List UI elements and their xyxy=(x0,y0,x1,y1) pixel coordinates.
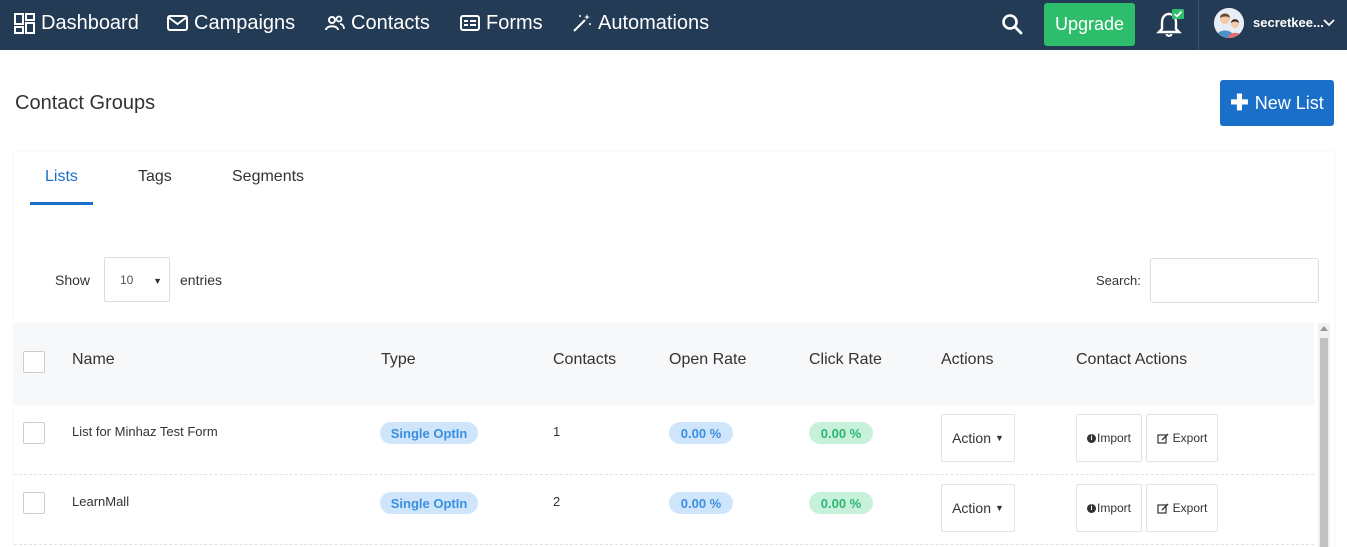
notification-bell-icon[interactable] xyxy=(1154,8,1186,40)
search-icon[interactable] xyxy=(1000,12,1024,36)
info-icon: i xyxy=(1086,503,1096,513)
type-badge: Single OptIn xyxy=(380,422,478,444)
chevron-down-icon[interactable] xyxy=(1322,17,1336,29)
caret-down-icon: ▼ xyxy=(153,276,162,286)
export-button[interactable]: Export xyxy=(1146,414,1218,462)
top-navbar: Dashboard Campaigns Contacts Forms Autom… xyxy=(0,0,1347,50)
edit-icon xyxy=(1157,433,1169,444)
export-label: Export xyxy=(1172,501,1208,515)
nav-contacts[interactable]: Contacts xyxy=(325,0,430,46)
action-dropdown-button[interactable]: Action ▼ xyxy=(941,414,1015,462)
entries-label: entries xyxy=(180,272,223,288)
table-header: Name Type Contacts Open Rate Click Rate … xyxy=(14,323,1314,405)
nav-contacts-label: Contacts xyxy=(351,11,430,34)
row-name[interactable]: List for Minhaz Test Form xyxy=(72,424,218,439)
new-list-label: New List xyxy=(1254,92,1324,113)
users-icon xyxy=(325,15,345,31)
open-rate-badge: 0.00 % xyxy=(669,422,733,444)
import-label: Import xyxy=(1096,501,1131,515)
caret-down-icon: ▼ xyxy=(995,503,1004,513)
action-label: Action xyxy=(952,500,991,516)
click-rate-badge: 0.00 % xyxy=(809,422,873,444)
new-list-button[interactable]: ✚ New List xyxy=(1220,80,1334,126)
plus-icon: ✚ xyxy=(1230,90,1249,115)
import-label: Import xyxy=(1096,431,1131,445)
import-button[interactable]: i Import xyxy=(1076,484,1142,532)
action-dropdown-button[interactable]: Action ▼ xyxy=(941,484,1015,532)
row-contacts: 1 xyxy=(553,424,561,439)
nav-dashboard-label: Dashboard xyxy=(41,11,139,34)
row-checkbox[interactable] xyxy=(23,492,45,514)
form-icon xyxy=(460,15,480,31)
contact-groups-card: Lists Tags Segments Show 10 ▼ entries Se… xyxy=(14,152,1334,547)
nav-divider xyxy=(1198,0,1199,50)
info-icon: i xyxy=(1086,433,1096,443)
mail-icon xyxy=(167,15,188,31)
scrollbar-thumb[interactable] xyxy=(1320,338,1328,547)
column-header-contacts[interactable]: Contacts xyxy=(553,351,616,369)
avatar[interactable] xyxy=(1214,8,1244,38)
export-button[interactable]: Export xyxy=(1146,484,1218,532)
entries-select[interactable]: 10 ▼ xyxy=(104,257,170,302)
edit-icon xyxy=(1157,503,1169,514)
type-badge: Single OptIn xyxy=(380,492,478,514)
import-button[interactable]: i Import xyxy=(1076,414,1142,462)
upgrade-button[interactable]: Upgrade xyxy=(1044,3,1135,46)
entries-value: 10 xyxy=(120,272,134,287)
nav-forms[interactable]: Forms xyxy=(460,0,543,46)
nav-automations-label: Automations xyxy=(598,11,710,34)
tab-tags[interactable]: Tags xyxy=(138,168,172,186)
username-label[interactable]: secretkee... xyxy=(1253,15,1324,30)
column-header-actions: Actions xyxy=(941,351,994,368)
column-header-type[interactable]: Type xyxy=(381,351,416,369)
row-contacts: 2 xyxy=(553,494,561,509)
magic-wand-icon xyxy=(573,14,591,32)
user-avatar-icon xyxy=(1214,8,1244,38)
nav-automations[interactable]: Automations xyxy=(572,0,709,46)
search-label: Search: xyxy=(1096,273,1141,288)
column-header-open-rate[interactable]: Open Rate xyxy=(669,351,746,369)
search-input[interactable] xyxy=(1150,258,1319,303)
scroll-up-arrow-icon[interactable] xyxy=(1320,326,1328,331)
tab-segments[interactable]: Segments xyxy=(232,168,304,186)
column-header-click-rate[interactable]: Click Rate xyxy=(809,351,882,369)
column-header-name[interactable]: Name xyxy=(72,351,115,369)
table-row: List for Minhaz Test Form Single OptIn 1… xyxy=(14,405,1314,475)
nav-forms-label: Forms xyxy=(486,11,543,34)
click-rate-badge: 0.00 % xyxy=(809,492,873,514)
nav-campaigns-label: Campaigns xyxy=(194,11,296,34)
page-title: Contact Groups xyxy=(15,92,156,114)
caret-down-icon: ▼ xyxy=(995,433,1004,443)
tab-lists[interactable]: Lists xyxy=(45,168,78,186)
nav-campaigns[interactable]: Campaigns xyxy=(167,0,295,46)
column-header-contact-actions: Contact Actions xyxy=(1076,351,1188,368)
row-name[interactable]: LearnMall xyxy=(72,494,129,509)
action-label: Action xyxy=(952,430,991,446)
select-all-checkbox[interactable] xyxy=(23,351,45,373)
open-rate-badge: 0.00 % xyxy=(669,492,733,514)
dashboard-icon xyxy=(14,12,35,34)
table-row: LearnMall Single OptIn 2 0.00 % 0.00 % A… xyxy=(14,475,1314,545)
show-label: Show xyxy=(55,272,91,288)
nav-dashboard[interactable]: Dashboard xyxy=(14,0,139,46)
active-tab-indicator xyxy=(30,202,93,205)
export-label: Export xyxy=(1172,431,1208,445)
row-checkbox[interactable] xyxy=(23,422,45,444)
